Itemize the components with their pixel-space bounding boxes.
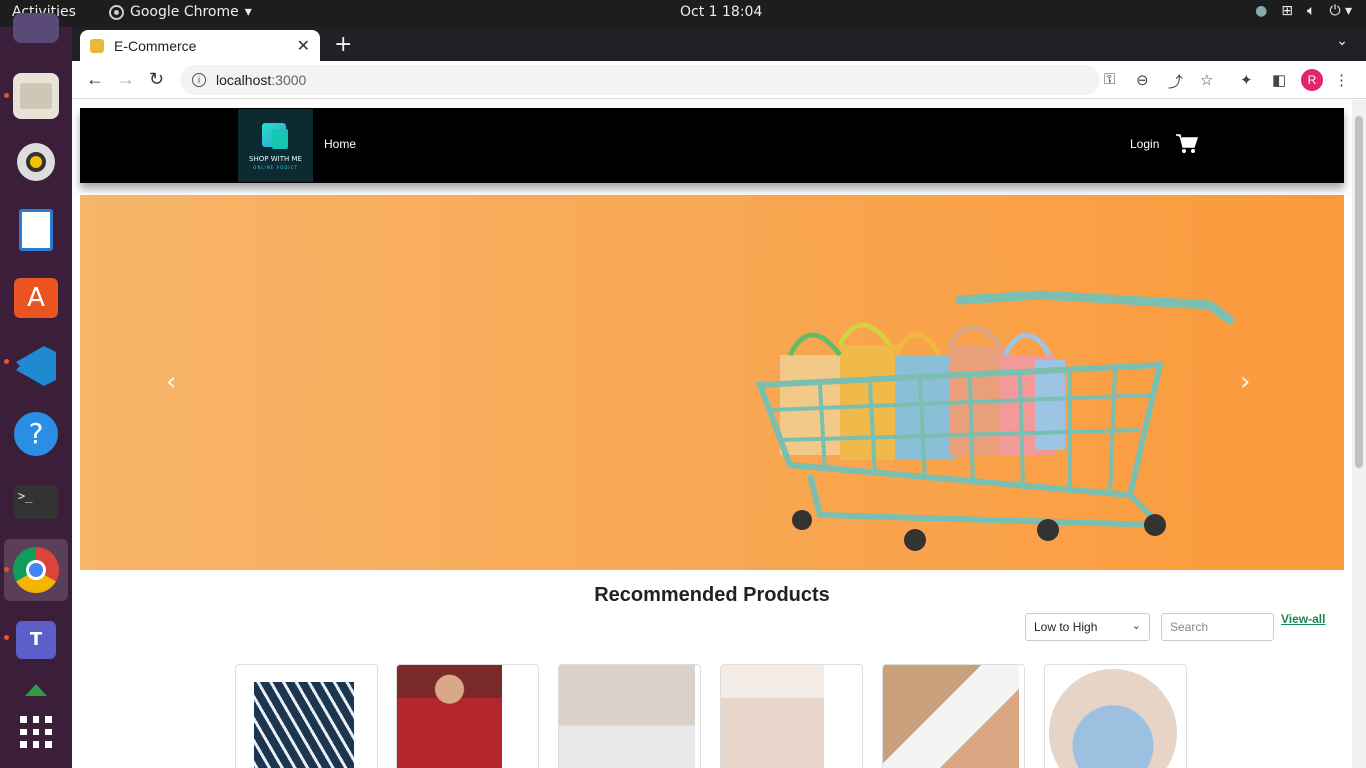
- terminal-icon[interactable]: >_: [13, 479, 59, 525]
- sort-dropdown[interactable]: Low to High ⌄: [1025, 613, 1150, 641]
- teams-icon[interactable]: T: [13, 617, 59, 663]
- help-icon[interactable]: ?: [13, 411, 59, 457]
- vscode-icon[interactable]: [13, 343, 59, 389]
- logo-text: SHOP WITH ME: [249, 155, 302, 163]
- product-image: [254, 682, 354, 768]
- chrome-icon[interactable]: [13, 547, 59, 593]
- show-apps-icon[interactable]: [20, 716, 52, 748]
- nav-login-link[interactable]: Login: [1130, 137, 1159, 151]
- back-button[interactable]: ←: [86, 69, 104, 90]
- extensions-icon[interactable]: ✦: [1240, 71, 1253, 89]
- url-host: localhost: [216, 72, 272, 88]
- tab-ecommerce[interactable]: E-Commerce ✕: [80, 30, 320, 61]
- system-tray[interactable]: ● ⊞ 🔈︎ ⏻ ▾: [1255, 3, 1352, 19]
- nav-home-link[interactable]: Home: [324, 137, 356, 151]
- bookmark-star-icon[interactable]: ☆: [1200, 71, 1213, 89]
- search-input[interactable]: [1161, 613, 1274, 641]
- key-icon[interactable]: ⚿: [1104, 71, 1115, 88]
- product-image: [1049, 669, 1177, 768]
- product-image: [721, 665, 824, 768]
- system-top-bar: Activities Google Chrome ▾ Oct 1 18:04 ●…: [0, 0, 1366, 27]
- product-card[interactable]: [720, 664, 863, 768]
- partial-app-icon[interactable]: [13, 13, 59, 43]
- notification-icon[interactable]: ●: [1255, 3, 1267, 19]
- product-image: [559, 665, 695, 768]
- running-indicator: [4, 359, 9, 364]
- site-logo[interactable]: SHOP WITH ME ONLINE ADDICT: [238, 109, 313, 182]
- site-navbar: SHOP WITH ME ONLINE ADDICT Home Login: [80, 108, 1344, 183]
- dock: A ? >_ T: [0, 13, 72, 768]
- side-panel-icon[interactable]: ◧: [1272, 71, 1286, 89]
- forward-button[interactable]: →: [117, 69, 135, 90]
- product-card[interactable]: [1044, 664, 1187, 768]
- profile-avatar[interactable]: R: [1301, 69, 1323, 91]
- product-card[interactable]: [558, 664, 701, 768]
- carousel-next-button[interactable]: ›: [1240, 367, 1250, 397]
- cart-icon[interactable]: [1176, 134, 1198, 154]
- product-image: [883, 665, 1019, 768]
- logo-tagline: ONLINE ADDICT: [253, 165, 298, 170]
- rhythmbox-icon[interactable]: [13, 139, 59, 185]
- menu-icon[interactable]: ⋮: [1334, 71, 1349, 89]
- power-icon[interactable]: ⏻ ▾: [1329, 3, 1352, 19]
- arrow-up-icon[interactable]: [25, 684, 47, 696]
- shopping-cart-illustration: [755, 290, 1235, 551]
- app-name: Google Chrome: [130, 4, 239, 20]
- running-indicator: [4, 635, 9, 640]
- browser-toolbar: ← → ↻ i localhost:3000 ⚿ ⊖ ⤴ ☆ ✦ ◧ R ⋮: [72, 61, 1366, 99]
- info-icon[interactable]: i: [192, 73, 206, 87]
- product-card[interactable]: [882, 664, 1025, 768]
- caret-down-icon: ▾: [244, 4, 252, 20]
- view-all-link[interactable]: View-all: [1281, 612, 1325, 626]
- tab-strip: E-Commerce ✕ + ⌄: [72, 27, 1366, 61]
- volume-icon[interactable]: 🔈︎: [1307, 3, 1315, 19]
- product-image: [397, 665, 502, 768]
- files-icon[interactable]: [13, 73, 59, 119]
- running-indicator: [4, 93, 9, 98]
- reload-button[interactable]: ↻: [149, 69, 164, 90]
- scrollbar-thumb[interactable]: [1355, 116, 1363, 468]
- network-icon[interactable]: ⊞: [1281, 3, 1293, 19]
- new-tab-button[interactable]: +: [334, 32, 352, 57]
- shopping-bag-icon: [272, 129, 288, 149]
- tab-search-button[interactable]: ⌄: [1336, 33, 1348, 49]
- app-menu[interactable]: Google Chrome ▾: [109, 4, 252, 20]
- running-indicator: [4, 567, 9, 572]
- zoom-icon[interactable]: ⊖: [1136, 71, 1149, 89]
- share-icon[interactable]: ⤴: [1168, 71, 1183, 92]
- carousel-prev-button[interactable]: ‹: [166, 367, 176, 397]
- hero-carousel: ‹ ›: [80, 195, 1344, 570]
- sort-value: Low to High: [1034, 620, 1098, 634]
- page-viewport: SHOP WITH ME ONLINE ADDICT Home Login ‹ …: [72, 100, 1352, 768]
- product-card[interactable]: [396, 664, 539, 768]
- url-port: :3000: [271, 72, 307, 88]
- address-bar[interactable]: i localhost:3000: [180, 65, 1100, 95]
- writer-icon[interactable]: [13, 207, 59, 253]
- clock[interactable]: Oct 1 18:04: [680, 4, 762, 20]
- product-card[interactable]: [235, 664, 378, 768]
- page-scrollbar[interactable]: [1352, 100, 1366, 768]
- chrome-icon: [109, 4, 124, 20]
- chevron-down-icon: ⌄: [1131, 620, 1141, 632]
- software-center-icon[interactable]: A: [13, 275, 59, 321]
- section-title: Recommended Products: [594, 584, 830, 606]
- close-icon[interactable]: ✕: [297, 36, 310, 56]
- tab-title: E-Commerce: [114, 37, 197, 54]
- favicon-icon: [90, 38, 104, 53]
